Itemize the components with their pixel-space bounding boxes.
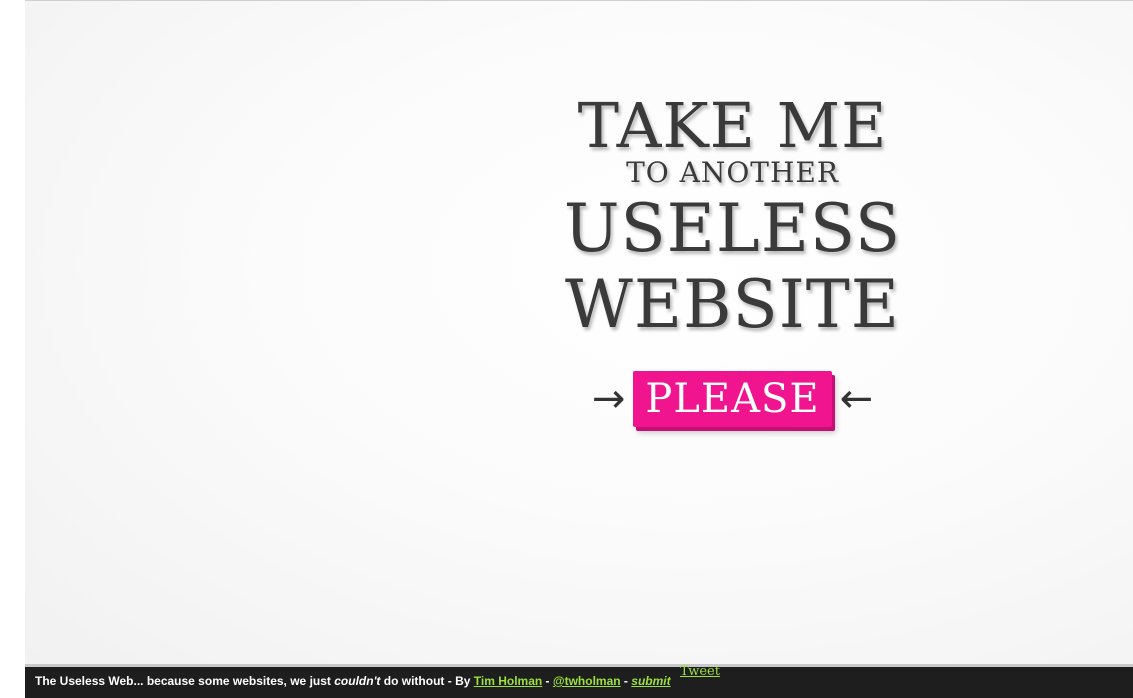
footer-separator: - [620, 674, 632, 688]
footer-tagline-end: do without - By [380, 674, 474, 688]
footer-separator: - [542, 674, 553, 688]
author-link[interactable]: Tim Holman [474, 674, 542, 688]
please-button[interactable]: PLEASE [633, 371, 832, 427]
footer-bar: The Useless Web... because some websites… [25, 664, 1133, 698]
left-arrow-icon: ← [839, 376, 874, 422]
footer-tagline: The Useless Web... because some websites… [35, 674, 335, 688]
submit-link[interactable]: submit [631, 674, 670, 688]
headline-line-useless: USELESS [563, 190, 902, 267]
headline-line-take-me: TAKE ME [577, 89, 888, 162]
headline-line-website: WEBSITE [564, 266, 900, 343]
main-stage: TAKE ME TO ANOTHER USELESS WEBSITE → PLE… [25, 0, 1133, 664]
twitter-handle-link[interactable]: @twholman [553, 674, 621, 688]
submit-label: submit [631, 674, 671, 688]
headline: TAKE ME TO ANOTHER USELESS WEBSITE [555, 91, 910, 343]
tweet-button[interactable]: Tweet [680, 665, 720, 679]
please-button-row: → PLEASE ← [555, 367, 910, 431]
right-arrow-icon: → [591, 376, 626, 422]
footer-emphasis: couldn't [334, 674, 381, 688]
